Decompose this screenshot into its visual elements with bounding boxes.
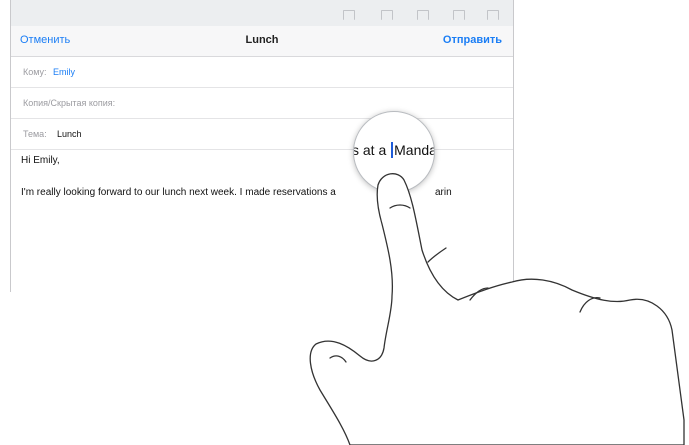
finger-touch-illustration xyxy=(309,173,685,445)
stage: Отменить Lunch Отправить Кому: Emily Коп… xyxy=(0,0,689,445)
